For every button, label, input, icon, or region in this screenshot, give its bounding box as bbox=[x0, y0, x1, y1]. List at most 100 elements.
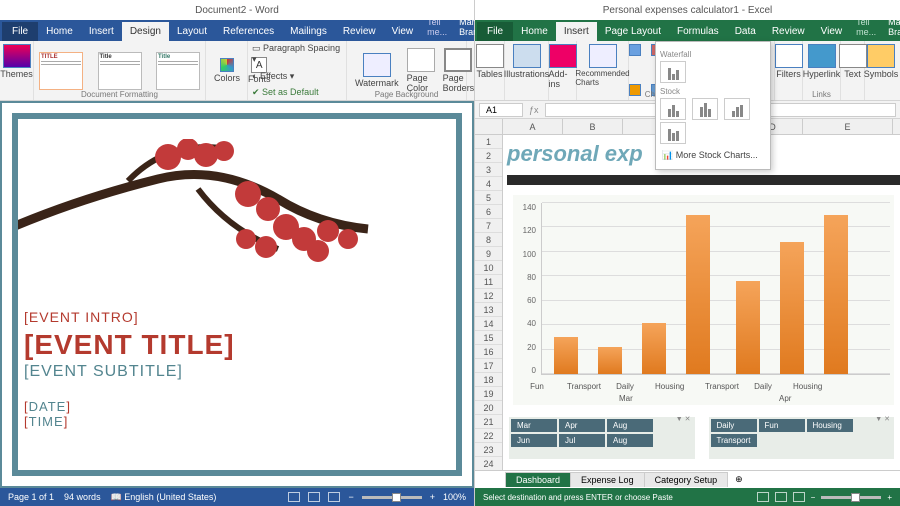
row-header[interactable]: 4 bbox=[475, 177, 502, 191]
row-header[interactable]: 2 bbox=[475, 149, 502, 163]
excel-tab-formulas[interactable]: Formulas bbox=[669, 22, 727, 41]
row-header[interactable]: 13 bbox=[475, 303, 502, 317]
web-layout-icon[interactable] bbox=[328, 492, 340, 502]
chart-bar[interactable] bbox=[824, 215, 848, 374]
read-mode-icon[interactable] bbox=[288, 492, 300, 502]
chart-bar[interactable] bbox=[780, 242, 804, 374]
col-header[interactable]: A bbox=[503, 119, 563, 134]
paragraph-spacing-button[interactable]: ▭ Paragraph Spacing ▾ bbox=[252, 43, 342, 65]
row-header[interactable]: 16 bbox=[475, 345, 502, 359]
sheet-tab-expense-log[interactable]: Expense Log bbox=[570, 472, 645, 487]
word-tab-mailings[interactable]: Mailings bbox=[282, 22, 335, 41]
slicer-chip[interactable]: Fun bbox=[759, 419, 805, 432]
month-slicer[interactable]: ▼ ✕ Mar Apr Aug Jun Jul Aug bbox=[509, 417, 695, 459]
slicer-chip[interactable]: Transport bbox=[711, 434, 757, 447]
page-break-view-icon[interactable] bbox=[793, 492, 805, 502]
row-header[interactable]: 11 bbox=[475, 275, 502, 289]
word-document-area[interactable]: [EVENT INTRO] [EVENT TITLE] [EVENT SUBTI… bbox=[0, 101, 474, 488]
slicer-chip[interactable]: Housing bbox=[807, 419, 853, 432]
excel-tab-pagelayout[interactable]: Page Layout bbox=[597, 22, 669, 41]
chart-bar[interactable] bbox=[736, 281, 760, 374]
row-header[interactable]: 14 bbox=[475, 317, 502, 331]
sheet-tab-category-setup[interactable]: Category Setup bbox=[644, 472, 729, 487]
row-header[interactable]: 3 bbox=[475, 163, 502, 177]
chart-bar[interactable] bbox=[554, 337, 578, 374]
row-header[interactable]: 9 bbox=[475, 247, 502, 261]
row-header[interactable]: 18 bbox=[475, 373, 502, 387]
normal-view-icon[interactable] bbox=[757, 492, 769, 502]
slicer-chip[interactable]: Aug bbox=[607, 434, 653, 447]
category-slicer[interactable]: ▼ ✕ Daily Fun Housing Transport bbox=[709, 417, 895, 459]
row-header[interactable]: 7 bbox=[475, 219, 502, 233]
word-tab-home[interactable]: Home bbox=[38, 22, 81, 41]
event-intro[interactable]: [EVENT INTRO] bbox=[24, 309, 235, 325]
expenses-chart[interactable]: 140120100806040200 FunTransportDailyHous… bbox=[513, 195, 894, 405]
event-time[interactable]: [TIME] bbox=[24, 414, 235, 429]
col-header[interactable]: B bbox=[563, 119, 623, 134]
new-sheet-button[interactable]: ⊕ bbox=[727, 472, 751, 487]
slicer-chip[interactable]: Mar bbox=[511, 419, 557, 432]
event-title[interactable]: [EVENT TITLE] bbox=[24, 329, 235, 361]
stock-option[interactable] bbox=[660, 122, 686, 144]
language-indicator[interactable]: 📖 English (United States) bbox=[111, 492, 217, 503]
name-box[interactable]: A1 bbox=[479, 103, 523, 117]
symbols-button[interactable]: Symbols bbox=[860, 43, 900, 80]
themes-button[interactable]: Themes bbox=[0, 43, 37, 80]
zoom-in-button[interactable]: + bbox=[430, 492, 435, 502]
page-indicator[interactable]: Page 1 of 1 bbox=[8, 492, 54, 502]
row-header[interactable]: 5 bbox=[475, 191, 502, 205]
row-header[interactable]: 8 bbox=[475, 233, 502, 247]
stock-option[interactable] bbox=[692, 98, 718, 120]
excel-tab-view[interactable]: View bbox=[813, 22, 851, 41]
chart-bar[interactable] bbox=[686, 215, 710, 374]
row-header[interactable]: 24 bbox=[475, 457, 502, 470]
select-all-corner[interactable] bbox=[475, 119, 503, 134]
zoom-in-button[interactable]: + bbox=[887, 493, 892, 502]
word-tab-view[interactable]: View bbox=[384, 22, 422, 41]
row-header[interactable]: 10 bbox=[475, 261, 502, 275]
row-header[interactable]: 1 bbox=[475, 135, 502, 149]
zoom-label[interactable]: 100% bbox=[443, 492, 466, 502]
event-date[interactable]: [DATE] bbox=[24, 399, 235, 414]
word-count[interactable]: 94 words bbox=[64, 492, 101, 502]
row-header[interactable]: 23 bbox=[475, 443, 502, 457]
stock-option[interactable] bbox=[660, 98, 686, 120]
slicer-chip[interactable]: Apr bbox=[559, 419, 605, 432]
row-header[interactable]: 21 bbox=[475, 415, 502, 429]
effects-button[interactable]: ◐ Effects ▾ bbox=[252, 71, 294, 82]
row-header[interactable]: 19 bbox=[475, 387, 502, 401]
chart-bar[interactable] bbox=[598, 347, 622, 374]
chart-bar[interactable] bbox=[642, 323, 666, 374]
row-header[interactable]: 17 bbox=[475, 359, 502, 373]
waterfall-option[interactable] bbox=[660, 61, 686, 83]
word-tab-insert[interactable]: Insert bbox=[81, 22, 122, 41]
event-text-block[interactable]: [EVENT INTRO] [EVENT TITLE] [EVENT SUBTI… bbox=[24, 309, 235, 429]
event-subtitle[interactable]: [EVENT SUBTITLE] bbox=[24, 363, 235, 381]
watermark-button[interactable]: Watermark bbox=[351, 52, 403, 89]
zoom-out-button[interactable]: − bbox=[348, 492, 353, 502]
zoom-slider[interactable] bbox=[362, 496, 422, 499]
excel-tab-data[interactable]: Data bbox=[727, 22, 764, 41]
excel-file-tab[interactable]: File bbox=[477, 22, 513, 41]
slicer-chip[interactable]: Jun bbox=[511, 434, 557, 447]
word-tab-design[interactable]: Design bbox=[122, 22, 169, 41]
slicer-chip[interactable]: Jul bbox=[559, 434, 605, 447]
sheet-tab-dashboard[interactable]: Dashboard bbox=[505, 472, 571, 487]
colors-button[interactable]: Colors bbox=[210, 57, 244, 84]
zoom-slider[interactable] bbox=[821, 496, 881, 499]
theme-preset[interactable]: Title bbox=[156, 52, 200, 90]
row-header[interactable]: 12 bbox=[475, 289, 502, 303]
word-tab-layout[interactable]: Layout bbox=[169, 22, 215, 41]
row-header[interactable]: 22 bbox=[475, 429, 502, 443]
excel-grid[interactable]: A B C D E 123456789101112131415161718192… bbox=[475, 119, 900, 470]
print-layout-icon[interactable] bbox=[308, 492, 320, 502]
theme-preset[interactable]: TITLE bbox=[39, 52, 83, 90]
chart-type-button[interactable] bbox=[625, 43, 645, 58]
excel-tab-review[interactable]: Review bbox=[764, 22, 813, 41]
stock-option[interactable] bbox=[724, 98, 750, 120]
row-header[interactable]: 15 bbox=[475, 331, 502, 345]
slicer-chip[interactable]: Aug bbox=[607, 419, 653, 432]
col-header[interactable]: E bbox=[803, 119, 893, 134]
row-header[interactable]: 6 bbox=[475, 205, 502, 219]
theme-preset[interactable]: Title bbox=[98, 52, 142, 90]
